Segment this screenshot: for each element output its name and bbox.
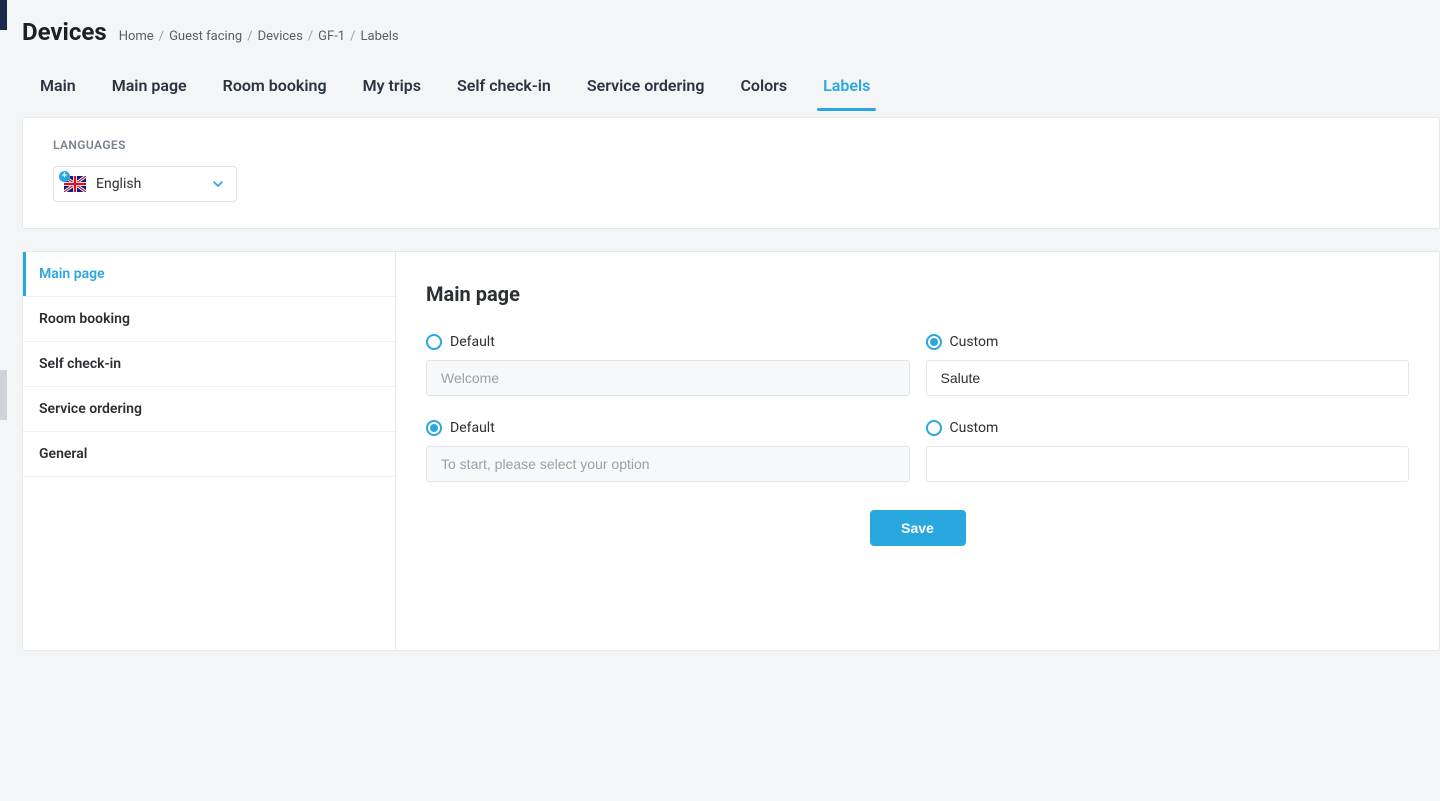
breadcrumb: Home / Guest facing / Devices / GF-1 / L… — [119, 29, 399, 44]
tab-self-check-in[interactable]: Self check-in — [439, 62, 569, 109]
left-edge-strip — [0, 0, 7, 30]
label-row: Default Custom — [426, 334, 1409, 396]
labels-main-panel: Main page Default Custom — [396, 252, 1439, 650]
custom-col: Custom — [926, 334, 1410, 396]
tab-service-ordering[interactable]: Service ordering — [569, 62, 723, 109]
language-select[interactable]: + English — [53, 166, 237, 202]
tabs: Main Main page Room booking My trips Sel… — [8, 62, 1440, 109]
breadcrumb-item[interactable]: GF-1 — [318, 29, 345, 44]
breadcrumb-sep: / — [308, 29, 313, 44]
side-item-general[interactable]: General — [23, 432, 395, 477]
breadcrumb-item[interactable]: Home — [119, 29, 154, 44]
default-radio-label: Default — [450, 334, 495, 350]
custom-radio-label: Custom — [950, 334, 999, 350]
breadcrumb-item[interactable]: Labels — [361, 29, 399, 44]
default-col: Default — [426, 420, 910, 482]
labels-side-nav: Main page Room booking Self check-in Ser… — [23, 252, 396, 650]
page-header: Devices Home / Guest facing / Devices / … — [8, 0, 1440, 56]
side-item-room-booking[interactable]: Room booking — [23, 297, 395, 342]
radio-icon — [926, 420, 942, 436]
custom-radio[interactable]: Custom — [926, 420, 1410, 436]
default-radio-label: Default — [450, 420, 495, 436]
radio-icon — [426, 420, 442, 436]
page-title: Devices — [22, 18, 107, 46]
tab-my-trips[interactable]: My trips — [345, 62, 439, 109]
radio-icon — [426, 334, 442, 350]
save-button[interactable]: Save — [870, 510, 966, 546]
default-input — [426, 360, 910, 396]
default-radio[interactable]: Default — [426, 420, 910, 436]
languages-card: LANGUAGES + English — [22, 117, 1440, 229]
side-item-service-ordering[interactable]: Service ordering — [23, 387, 395, 432]
chevron-down-icon — [212, 178, 224, 190]
tab-room-booking[interactable]: Room booking — [205, 62, 345, 109]
tab-colors[interactable]: Colors — [722, 62, 805, 109]
language-selected-label: English — [96, 176, 212, 192]
spacer — [8, 651, 1440, 699]
tab-labels[interactable]: Labels — [805, 62, 888, 109]
breadcrumb-sep: / — [350, 29, 355, 44]
flag-icon: + — [64, 176, 86, 192]
default-input — [426, 446, 910, 482]
custom-radio-label: Custom — [950, 420, 999, 436]
custom-input[interactable] — [926, 360, 1410, 396]
breadcrumb-sep: / — [247, 29, 252, 44]
custom-col: Custom — [926, 420, 1410, 482]
breadcrumb-item[interactable]: Devices — [258, 29, 303, 44]
label-row: Default Custom — [426, 420, 1409, 482]
default-radio[interactable]: Default — [426, 334, 910, 350]
labels-content-card: Main page Room booking Self check-in Ser… — [22, 251, 1440, 651]
radio-icon — [926, 334, 942, 350]
plus-badge-icon: + — [59, 171, 70, 182]
side-item-self-check-in[interactable]: Self check-in — [23, 342, 395, 387]
breadcrumb-item[interactable]: Guest facing — [169, 29, 242, 44]
save-row: Save — [426, 510, 1409, 546]
side-item-main-page[interactable]: Main page — [23, 252, 395, 297]
breadcrumb-sep: / — [159, 29, 164, 44]
custom-input[interactable] — [926, 446, 1410, 482]
left-edge-strip-2 — [0, 370, 7, 420]
default-col: Default — [426, 334, 910, 396]
custom-radio[interactable]: Custom — [926, 334, 1410, 350]
tab-main-page[interactable]: Main page — [94, 62, 205, 109]
tab-main[interactable]: Main — [22, 62, 94, 109]
panel-title: Main page — [426, 282, 1409, 306]
languages-section-label: LANGUAGES — [53, 138, 1409, 152]
